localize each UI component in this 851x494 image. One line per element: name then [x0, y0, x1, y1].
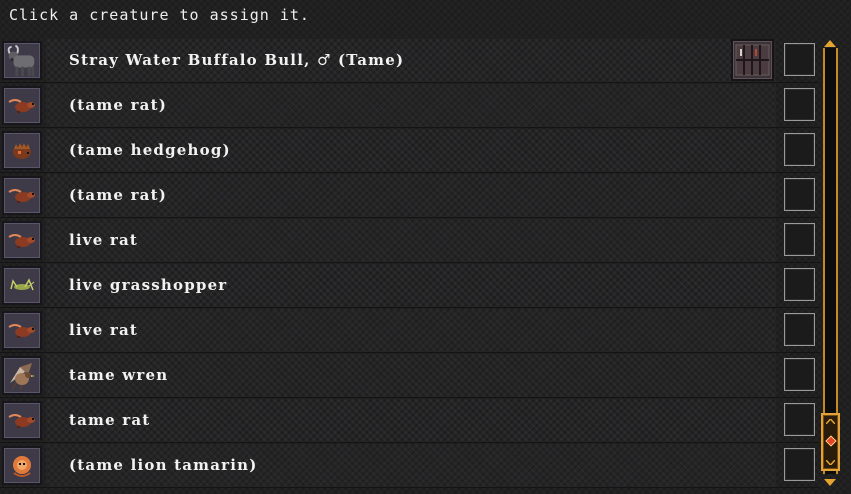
creature-name: Stray Water Buffalo Bull, ♂ (Tame): [69, 51, 405, 69]
scroll-down-arrow-icon[interactable]: [824, 479, 836, 486]
wren-icon: [2, 356, 42, 395]
creature-row[interactable]: (tame hedgehog): [0, 128, 820, 173]
instruction-text: Click a creature to assign it.: [9, 6, 310, 24]
chevron-up-icon: [826, 419, 835, 424]
assign-checkbox[interactable]: [784, 358, 815, 391]
rat-icon: [2, 86, 42, 125]
scroll-thumb[interactable]: [821, 413, 840, 471]
lion-tamarin-icon: [2, 446, 42, 485]
creature-row[interactable]: (tame lion tamarin): [0, 443, 820, 488]
creature-name: tame wren: [69, 366, 169, 384]
rat-icon: [2, 401, 42, 440]
creature-row[interactable]: tame wren: [0, 353, 820, 398]
assign-checkbox[interactable]: [784, 43, 815, 76]
creature-name: (tame rat): [69, 186, 168, 204]
creature-name: (tame rat): [69, 96, 168, 114]
diamond-icon: [825, 435, 837, 447]
assign-checkbox[interactable]: [784, 223, 815, 256]
assign-checkbox[interactable]: [784, 403, 815, 436]
rat-icon: [2, 176, 42, 215]
assign-checkbox[interactable]: [784, 448, 815, 481]
creature-name: live rat: [69, 231, 139, 249]
creature-row[interactable]: (tame rat): [0, 83, 820, 128]
cage-icon[interactable]: [731, 39, 774, 81]
creature-name: tame rat: [69, 411, 151, 429]
assign-checkbox[interactable]: [784, 313, 815, 346]
rat-icon: [2, 311, 42, 350]
grasshopper-icon: [2, 266, 42, 305]
scroll-track[interactable]: [823, 48, 838, 474]
creature-name: live rat: [69, 321, 139, 339]
creature-row[interactable]: live grasshopper: [0, 263, 820, 308]
creature-name: (tame hedgehog): [69, 141, 231, 159]
creature-row[interactable]: live rat: [0, 218, 820, 263]
assign-creature-panel: Click a creature to assign it. Stray Wat…: [0, 0, 851, 494]
hedgehog-icon: [2, 131, 42, 170]
rat-icon: [2, 221, 42, 260]
scrollbar[interactable]: [821, 40, 840, 486]
chevron-down-icon: [826, 460, 835, 465]
assign-checkbox[interactable]: [784, 178, 815, 211]
assign-checkbox[interactable]: [784, 133, 815, 166]
water-buffalo-icon: [2, 41, 42, 80]
creature-list: Stray Water Buffalo Bull, ♂ (Tame) (tame…: [0, 38, 820, 488]
creature-name: live grasshopper: [69, 276, 228, 294]
assign-checkbox[interactable]: [784, 88, 815, 121]
assign-checkbox[interactable]: [784, 268, 815, 301]
creature-row[interactable]: tame rat: [0, 398, 820, 443]
creature-row[interactable]: live rat: [0, 308, 820, 353]
creature-row[interactable]: Stray Water Buffalo Bull, ♂ (Tame): [0, 38, 820, 83]
creature-name: (tame lion tamarin): [69, 456, 258, 474]
scroll-up-arrow-icon[interactable]: [824, 40, 836, 47]
creature-row[interactable]: (tame rat): [0, 173, 820, 218]
